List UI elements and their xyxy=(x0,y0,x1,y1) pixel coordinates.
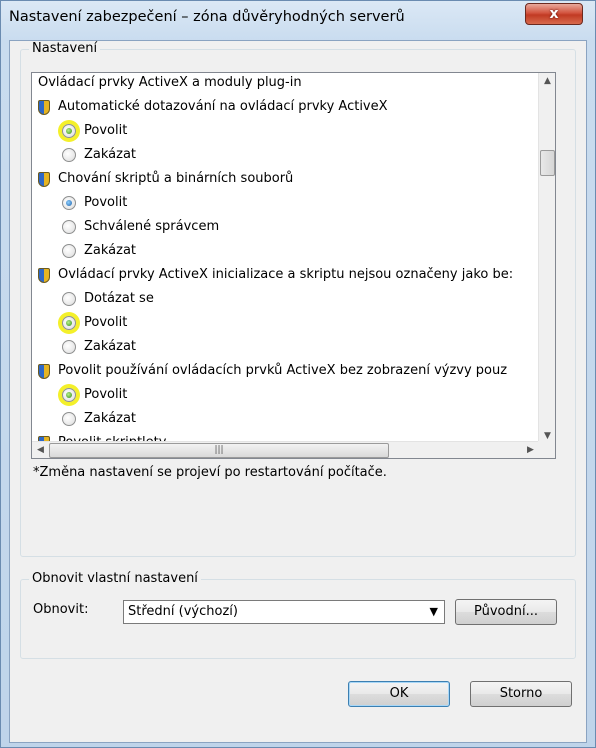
category-label: Ovládací prvky ActiveX a moduly plug-in xyxy=(38,75,302,90)
setting-label: Automatické dotazování na ovládací prvky… xyxy=(58,99,388,114)
reset-level-dropdown[interactable]: Střední (výchozí) ▼ xyxy=(123,600,445,624)
settings-groupbox: Nastavení Ovládací prvky ActiveX a modul… xyxy=(20,41,576,557)
settings-item[interactable]: Povolit používání ovládacích prvků Activ… xyxy=(32,359,522,383)
settings-tree-viewport: Ovládací prvky ActiveX a moduly plug-in A… xyxy=(32,73,522,445)
reset-label: Obnovit: xyxy=(33,602,89,617)
horizontal-scroll-thumb[interactable]: ||| xyxy=(49,443,389,458)
settings-option[interactable]: Zakázat xyxy=(32,143,522,167)
radio-button[interactable] xyxy=(62,220,76,234)
settings-item[interactable]: Automatické dotazování na ovládací prvky… xyxy=(32,95,522,119)
radio-button[interactable] xyxy=(62,148,76,162)
settings-item[interactable]: Chování skriptů a binárních souborů xyxy=(32,167,522,191)
option-label: Schválené správcem xyxy=(84,219,220,234)
security-shield-icon xyxy=(38,364,50,379)
option-label: Zakázat xyxy=(84,339,137,354)
dialog-client-area: Nastavení Ovládací prvky ActiveX a modul… xyxy=(9,40,587,743)
horizontal-scrollbar[interactable]: ◀ ||| ▶ xyxy=(32,441,540,458)
settings-option[interactable]: Povolit xyxy=(32,191,522,215)
option-label: Povolit xyxy=(84,315,128,330)
settings-option[interactable]: Zakázat xyxy=(32,239,522,263)
radio-button[interactable] xyxy=(62,316,76,330)
option-label: Dotázat se xyxy=(84,291,154,306)
setting-label: Chování skriptů a binárních souborů xyxy=(58,171,294,186)
reset-group-label: Obnovit vlastní nastavení xyxy=(29,571,201,586)
radio-button[interactable] xyxy=(62,412,76,426)
security-shield-icon xyxy=(38,268,50,283)
reset-default-button[interactable]: Původní... xyxy=(455,599,557,625)
option-label: Povolit xyxy=(84,387,128,402)
setting-label: Ovládací prvky ActiveX inicializace a sk… xyxy=(58,267,514,282)
scroll-left-arrow-icon[interactable]: ◀ xyxy=(32,442,49,458)
close-button[interactable]: x xyxy=(525,3,583,25)
option-label: Povolit xyxy=(84,123,128,138)
dialog-window: Nastavení zabezpečení – zóna důvěryhodný… xyxy=(0,0,596,748)
radio-button[interactable] xyxy=(62,388,76,402)
settings-option[interactable]: Povolit xyxy=(32,383,522,407)
radio-button[interactable] xyxy=(62,244,76,258)
scroll-up-arrow-icon[interactable]: ▲ xyxy=(539,73,555,90)
option-label: Povolit xyxy=(84,195,128,210)
security-shield-icon xyxy=(38,172,50,187)
radio-button[interactable] xyxy=(62,292,76,306)
radio-button[interactable] xyxy=(62,340,76,354)
cancel-button[interactable]: Storno xyxy=(470,681,572,707)
dropdown-arrow-icon: ▼ xyxy=(429,605,438,618)
settings-option[interactable]: Povolit xyxy=(32,311,522,335)
radio-button[interactable] xyxy=(62,196,76,210)
window-title: Nastavení zabezpečení – zóna důvěryhodný… xyxy=(9,9,405,25)
option-label: Zakázat xyxy=(84,411,137,426)
settings-option[interactable]: Povolit xyxy=(32,119,522,143)
vertical-scroll-thumb[interactable] xyxy=(540,150,555,176)
restart-note: *Změna nastavení se projeví po restartov… xyxy=(33,465,387,480)
radio-button[interactable] xyxy=(62,124,76,138)
settings-option[interactable]: Dotázat se xyxy=(32,287,522,311)
vertical-scrollbar[interactable]: ▲ ▼ xyxy=(538,73,555,445)
settings-group-label: Nastavení xyxy=(29,41,101,56)
settings-option[interactable]: Zakázat xyxy=(32,335,522,359)
settings-option[interactable]: Schválené správcem xyxy=(32,215,522,239)
ok-button[interactable]: OK xyxy=(348,681,450,707)
setting-label: Povolit používání ovládacích prvků Activ… xyxy=(58,363,508,378)
settings-category: Ovládací prvky ActiveX a moduly plug-in xyxy=(32,73,522,95)
settings-item[interactable]: Ovládací prvky ActiveX inicializace a sk… xyxy=(32,263,522,287)
settings-tree-list[interactable]: Ovládací prvky ActiveX a moduly plug-in A… xyxy=(31,72,556,459)
option-label: Zakázat xyxy=(84,147,137,162)
title-bar[interactable]: Nastavení zabezpečení – zóna důvěryhodný… xyxy=(1,1,595,41)
scroll-right-arrow-icon[interactable]: ▶ xyxy=(522,442,539,458)
scrollbar-corner xyxy=(538,441,555,458)
reset-level-value: Střední (výchozí) xyxy=(128,604,238,619)
option-label: Zakázat xyxy=(84,243,137,258)
settings-option[interactable]: Zakázat xyxy=(32,407,522,431)
security-shield-icon xyxy=(38,100,50,115)
reset-groupbox: Obnovit vlastní nastavení Obnovit: Střed… xyxy=(20,571,576,659)
